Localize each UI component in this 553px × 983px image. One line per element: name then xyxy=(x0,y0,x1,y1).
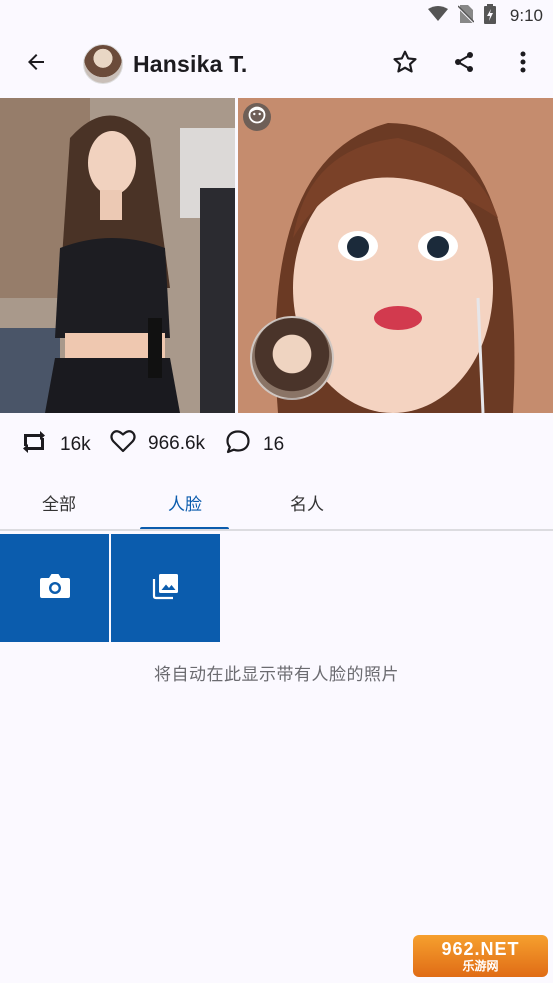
face-icon xyxy=(248,106,266,128)
like-stat[interactable]: 966.6k xyxy=(110,429,205,459)
back-arrow-icon xyxy=(24,50,48,78)
face-detect-badge xyxy=(243,103,271,131)
battery-icon xyxy=(483,4,496,28)
repost-icon xyxy=(20,429,48,461)
empty-state-message: 将自动在此显示带有人脸的照片 xyxy=(154,665,399,685)
app-bar: Hansika T. xyxy=(0,32,553,97)
star-outline-icon xyxy=(392,49,418,79)
status-time: 9:10 xyxy=(509,6,543,25)
repost-stat[interactable]: 16k xyxy=(20,429,91,461)
comment-icon xyxy=(225,429,251,461)
comment-count: 16 xyxy=(263,434,285,455)
share-button[interactable] xyxy=(444,44,484,84)
stats-row: 16k 966.6k 16 xyxy=(0,420,553,466)
repost-count: 16k xyxy=(60,434,91,455)
cartoon-photo[interactable] xyxy=(238,98,553,413)
original-photo[interactable] xyxy=(0,98,235,413)
no-sim-icon xyxy=(457,5,475,27)
source-face-thumbnail[interactable] xyxy=(250,316,334,400)
watermark-top: 962.NET xyxy=(441,939,520,959)
wifi-icon xyxy=(427,6,448,26)
more-vert-icon xyxy=(519,50,527,78)
page-title: Hansika T. xyxy=(133,51,248,77)
heart-outline-icon xyxy=(110,429,136,459)
watermark-logo: 962.NET 乐游网 xyxy=(413,935,548,977)
back-button[interactable] xyxy=(16,44,56,84)
tab-celebrities[interactable]: 名人 xyxy=(257,476,357,528)
tab-bar: 全部 人脸 名人 xyxy=(0,476,553,532)
take-photo-button[interactable] xyxy=(0,534,109,642)
tab-divider xyxy=(0,529,553,531)
gallery-icon xyxy=(152,572,180,604)
status-bar: 9:10 xyxy=(0,0,553,32)
avatar[interactable] xyxy=(83,44,123,84)
like-count: 966.6k xyxy=(148,433,206,454)
more-button[interactable] xyxy=(503,44,543,84)
camera-icon xyxy=(39,572,71,604)
tab-faces[interactable]: 人脸 xyxy=(135,476,235,528)
comment-stat[interactable]: 16 xyxy=(225,429,284,461)
tab-all[interactable]: 全部 xyxy=(9,476,109,528)
share-icon xyxy=(452,50,476,78)
watermark-bottom: 乐游网 xyxy=(462,959,499,973)
photo-comparison xyxy=(0,98,553,413)
favorite-button[interactable] xyxy=(385,44,425,84)
pick-gallery-button[interactable] xyxy=(111,534,220,642)
